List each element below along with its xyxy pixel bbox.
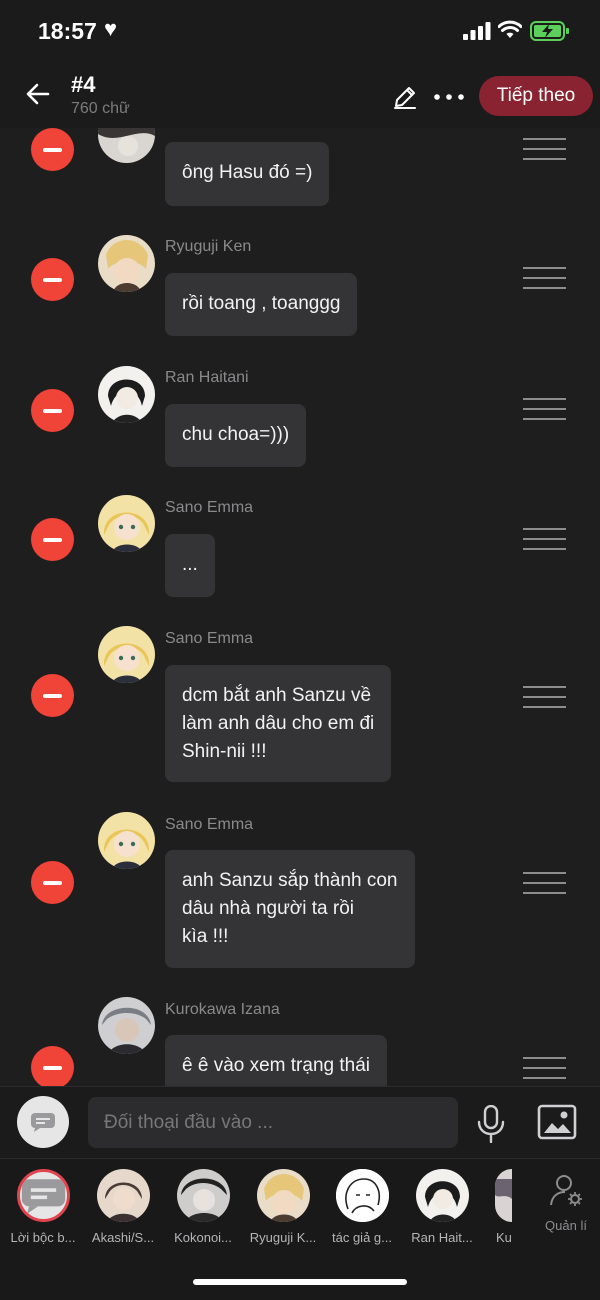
message-line: dâu nhà người ta rồi bbox=[182, 898, 355, 919]
delete-message-button[interactable] bbox=[31, 1046, 74, 1086]
delete-message-button[interactable] bbox=[31, 128, 74, 171]
speaker-name: Ran Haitani bbox=[165, 369, 249, 386]
character-item[interactable]: Ryuguji K... bbox=[243, 1169, 323, 1245]
word-count: 760 chữ bbox=[71, 100, 130, 117]
character-name: Kokonoi... bbox=[174, 1230, 232, 1245]
avatar bbox=[415, 1169, 469, 1222]
drag-handle-icon[interactable] bbox=[523, 398, 566, 420]
narration-toggle-button[interactable] bbox=[17, 1096, 69, 1148]
avatar bbox=[98, 495, 155, 552]
message-bubble[interactable]: chu choa=))) bbox=[165, 404, 307, 467]
message-line: ê ê vào xem trạng thái bbox=[182, 1055, 370, 1076]
drag-handle-icon[interactable] bbox=[523, 267, 566, 289]
composer-bar bbox=[0, 1086, 600, 1159]
speaker-name: Kurokawa Izana bbox=[165, 1001, 280, 1018]
speaker-name: Sano Emma bbox=[165, 499, 254, 516]
avatar bbox=[335, 1169, 389, 1222]
character-name: Ku bbox=[496, 1230, 512, 1245]
message-bubble[interactable]: rồi toang , toanggg bbox=[165, 273, 358, 336]
message-line: anh Sanzu sắp thành con bbox=[182, 870, 398, 891]
message-bubble[interactable]: ê ê vào xem trạng thái bbox=[165, 1035, 387, 1086]
message-line: Shin-nii !!! bbox=[182, 741, 267, 762]
narration-avatar bbox=[16, 1169, 70, 1222]
heart-icon: ♥ bbox=[104, 16, 118, 41]
character-item[interactable]: Ran Hait... bbox=[402, 1169, 482, 1245]
speaker-name: Sano Emma bbox=[165, 816, 254, 833]
avatar bbox=[98, 235, 155, 292]
microphone-icon[interactable] bbox=[475, 1105, 507, 1143]
chat-bubble-icon bbox=[31, 1113, 55, 1132]
nav-bar: #4 760 chữ Tiếp theo bbox=[0, 62, 600, 129]
message-list[interactable]: ông Hasu đó =) Ryuguji Ken rồi toang , t… bbox=[0, 128, 600, 1086]
speaker-name: Ryuguji Ken bbox=[165, 238, 252, 255]
message-line: kìa !!! bbox=[182, 926, 229, 947]
status-time: 18:57 bbox=[38, 18, 97, 44]
message-bubble[interactable]: ông Hasu đó =) bbox=[165, 142, 330, 206]
cellular-signal-icon bbox=[463, 22, 491, 40]
message-bubble[interactable]: ... bbox=[165, 534, 215, 597]
drag-handle-icon[interactable] bbox=[523, 686, 566, 708]
back-arrow-icon[interactable] bbox=[24, 80, 52, 108]
avatar bbox=[256, 1169, 310, 1222]
user-settings-icon bbox=[550, 1175, 582, 1206]
message-line: làm anh dâu cho em đi bbox=[182, 713, 375, 734]
avatar bbox=[98, 128, 155, 163]
speaker-name: Sano Emma bbox=[165, 630, 254, 647]
battery-charging-icon bbox=[530, 21, 569, 41]
drag-handle-icon[interactable] bbox=[523, 1057, 566, 1079]
character-item[interactable]: tác giả g... bbox=[322, 1169, 402, 1245]
chat-bubble-icon bbox=[21, 1179, 65, 1214]
message-bubble[interactable]: dcm bắt anh Sanzu về làm anh dâu cho em … bbox=[165, 665, 392, 782]
image-icon[interactable] bbox=[537, 1104, 577, 1140]
chapter-title: #4 bbox=[71, 72, 96, 97]
message-line: dcm bắt anh Sanzu về bbox=[182, 685, 372, 706]
drag-handle-icon[interactable] bbox=[523, 138, 566, 160]
character-name: Ryuguji K... bbox=[249, 1230, 317, 1245]
home-indicator bbox=[193, 1279, 407, 1285]
avatar bbox=[98, 366, 155, 423]
character-name: tác giả g... bbox=[332, 1230, 392, 1245]
delete-message-button[interactable] bbox=[31, 861, 74, 904]
manage-characters-button[interactable]: Quản lí bbox=[538, 1173, 594, 1233]
avatar bbox=[96, 1169, 150, 1222]
pencil-edit-icon[interactable] bbox=[392, 84, 418, 110]
delete-message-button[interactable] bbox=[31, 258, 74, 301]
drag-handle-icon[interactable] bbox=[523, 872, 566, 894]
delete-message-button[interactable] bbox=[31, 389, 74, 432]
drag-handle-icon[interactable] bbox=[523, 528, 566, 550]
character-narration[interactable]: Lời bộc b... bbox=[3, 1169, 83, 1245]
wifi-icon bbox=[498, 20, 522, 38]
status-bar: 18:57 ♥ bbox=[0, 0, 600, 62]
message-bubble[interactable]: anh Sanzu sắp thành con dâu nhà người ta… bbox=[165, 850, 415, 968]
avatar bbox=[98, 626, 155, 683]
more-options-icon[interactable] bbox=[432, 84, 466, 110]
character-name: Akashi/S... bbox=[91, 1230, 155, 1245]
avatar bbox=[98, 997, 155, 1054]
avatar bbox=[98, 812, 155, 869]
character-item[interactable]: Akashi/S... bbox=[83, 1169, 163, 1245]
dialogue-input[interactable] bbox=[88, 1097, 458, 1148]
manage-label: Quản lí bbox=[545, 1218, 587, 1233]
avatar bbox=[176, 1169, 230, 1222]
character-item[interactable]: Kokonoi... bbox=[163, 1169, 243, 1245]
delete-message-button[interactable] bbox=[31, 674, 74, 717]
character-item[interactable]: Ku bbox=[482, 1169, 512, 1245]
character-name: Ran Hait... bbox=[411, 1230, 473, 1245]
character-name: Lời bộc b... bbox=[10, 1230, 76, 1245]
avatar bbox=[495, 1169, 512, 1222]
next-button[interactable]: Tiếp theo bbox=[479, 76, 593, 116]
delete-message-button[interactable] bbox=[31, 518, 74, 561]
